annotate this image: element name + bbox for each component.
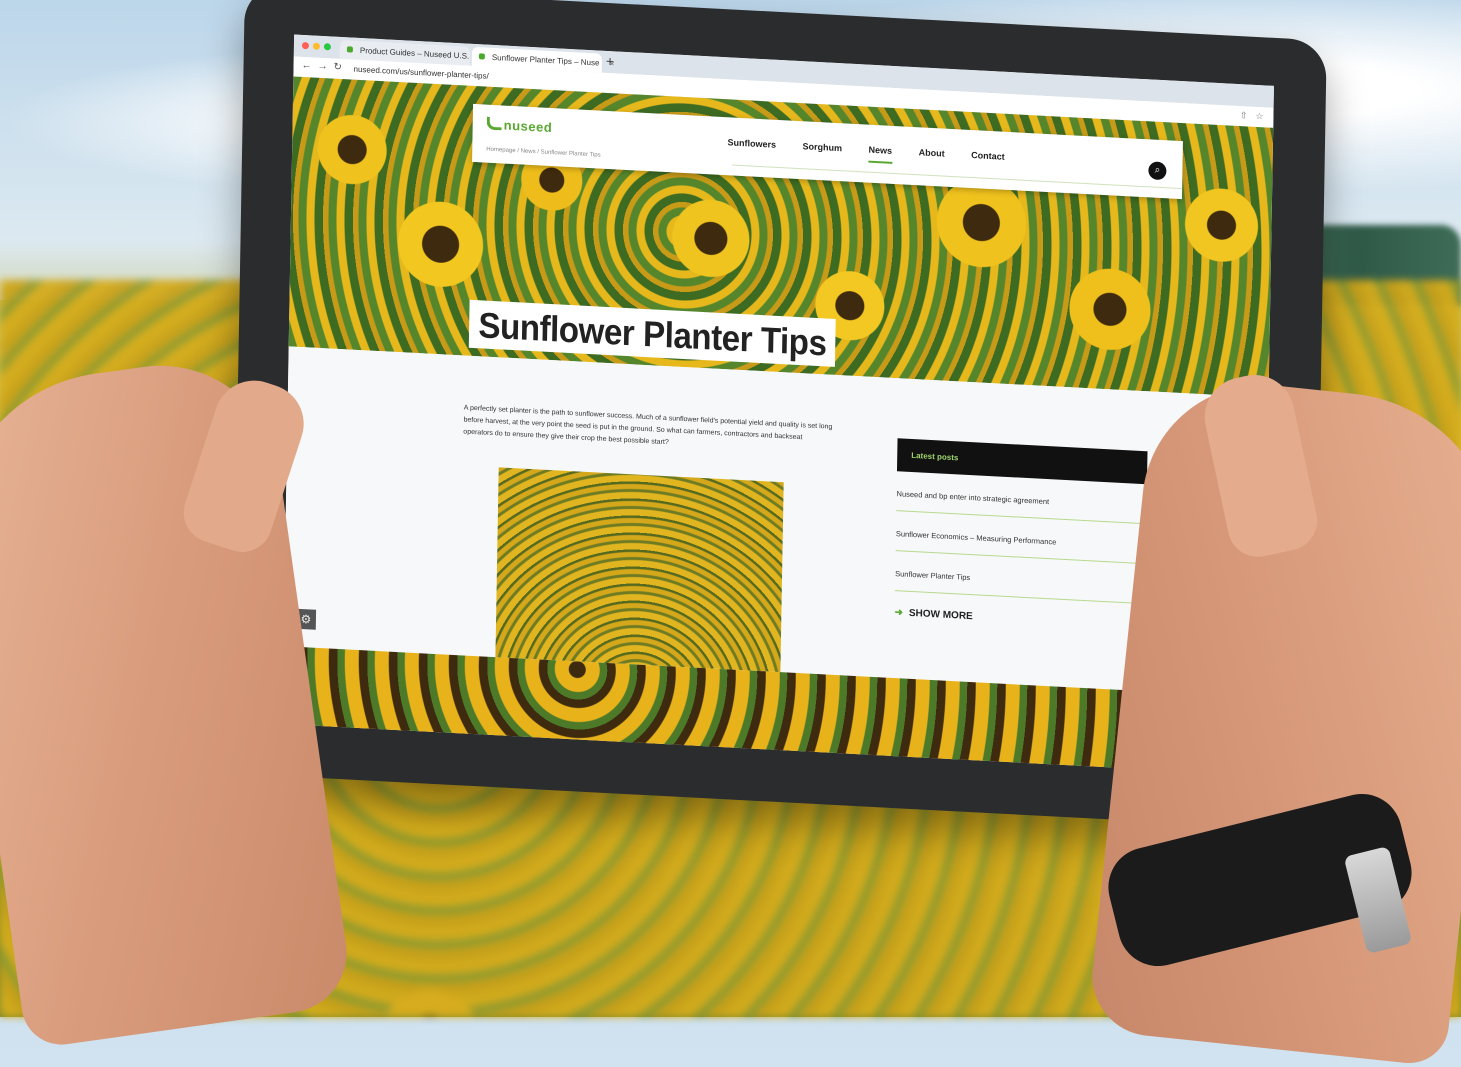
breadcrumb: Homepage / News / Sunflower Planter Tips — [486, 146, 601, 159]
reload-icon[interactable]: ↻ — [333, 62, 342, 73]
new-tab-button[interactable]: + — [606, 53, 614, 69]
nav-item-news[interactable]: News — [869, 145, 893, 156]
nav-item-about[interactable]: About — [919, 147, 945, 158]
arrow-left-icon[interactable]: ← — [302, 60, 312, 72]
minimize-window-dot[interactable] — [312, 42, 321, 50]
main-navigation: Sunflowers Sorghum News About Contact — [727, 137, 1028, 163]
latest-posts-sidebar: Latest posts Nuseed and bp enter into st… — [894, 438, 1148, 631]
star-icon[interactable]: ☆ — [1255, 111, 1263, 122]
leaf-icon — [486, 116, 502, 131]
url-field[interactable]: nuseed.com/us/sunflower-planter-tips/ — [353, 65, 488, 81]
sunflower-field-image — [495, 467, 784, 673]
share-icon[interactable]: ⇧ — [1240, 110, 1248, 121]
show-more-button[interactable]: ➜ SHOW MORE — [894, 607, 1144, 631]
close-window-dot[interactable] — [301, 41, 310, 50]
favicon-icon — [346, 46, 353, 53]
arrow-right-icon: ➜ — [894, 607, 903, 619]
nav-item-sunflowers[interactable]: Sunflowers — [727, 137, 776, 150]
tab-label: Sunflower Planter Tips – Nuse — [491, 52, 600, 68]
search-icon[interactable]: ⌕ — [1148, 161, 1167, 181]
nav-item-sorghum[interactable]: Sorghum — [803, 141, 843, 153]
maximize-window-dot[interactable] — [323, 43, 332, 51]
logo-text: nuseed — [503, 117, 553, 136]
arrow-right-icon[interactable]: → — [317, 61, 327, 73]
nuseed-logo[interactable]: nuseed — [486, 116, 553, 136]
article-content: A perfectly set planter is the path to s… — [283, 346, 1269, 698]
nav-item-contact[interactable]: Contact — [971, 150, 1005, 162]
article-intro: A perfectly set planter is the path to s… — [463, 404, 833, 447]
favicon-icon — [478, 53, 485, 60]
show-more-label: SHOW MORE — [908, 607, 973, 623]
tab-label: Product Guides – Nuseed U.S. — [359, 46, 470, 61]
